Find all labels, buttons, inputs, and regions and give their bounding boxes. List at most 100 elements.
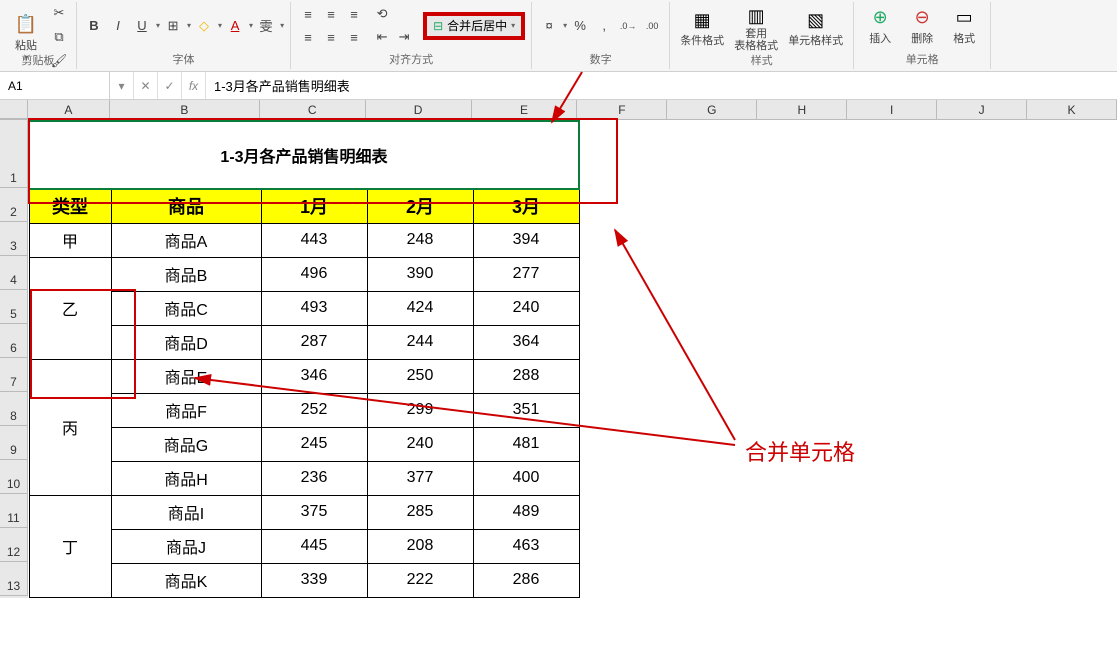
row-header-5[interactable]: 5 <box>0 290 28 324</box>
value-cell[interactable]: 481 <box>473 427 579 461</box>
col-header-H[interactable]: H <box>757 100 847 119</box>
comma-button[interactable]: , <box>593 15 615 37</box>
cut-button[interactable]: ✂ <box>48 2 70 24</box>
increase-indent-button[interactable]: ⇥ <box>393 26 415 48</box>
value-cell[interactable]: 443 <box>261 223 367 257</box>
fx-button[interactable]: fx <box>182 72 206 99</box>
header-m1[interactable]: 1月 <box>261 189 367 223</box>
font-color-button[interactable]: A <box>224 15 246 37</box>
type-cell[interactable]: 甲 <box>29 223 111 257</box>
row-header-1[interactable]: 1 <box>0 120 28 188</box>
product-cell[interactable]: 商品D <box>111 325 261 359</box>
align-center-button[interactable]: ≡ <box>320 26 342 48</box>
product-cell[interactable]: 商品B <box>111 257 261 291</box>
row-header-2[interactable]: 2 <box>0 188 28 222</box>
decrease-indent-button[interactable]: ⇤ <box>371 26 393 48</box>
col-header-K[interactable]: K <box>1027 100 1117 119</box>
align-right-button[interactable]: ≡ <box>343 26 365 48</box>
fill-color-button[interactable]: ◇ <box>193 15 215 37</box>
type-cell[interactable]: 丙 <box>29 359 111 495</box>
increase-decimal-button[interactable]: .0→ <box>617 15 639 37</box>
table-format-button[interactable]: ▥ 套用 表格格式 <box>730 2 782 54</box>
col-header-C[interactable]: C <box>260 100 366 119</box>
accept-formula-button[interactable]: ✓ <box>158 72 182 99</box>
header-type[interactable]: 类型 <box>29 189 111 223</box>
phonetic-button[interactable]: 雯 <box>255 15 277 37</box>
value-cell[interactable]: 288 <box>473 359 579 393</box>
cancel-formula-button[interactable]: ✕ <box>134 72 158 99</box>
merge-center-button[interactable]: ⊟ 合并后居中 ▾ <box>425 14 523 38</box>
align-top-button[interactable]: ≡ <box>297 3 319 25</box>
type-cell[interactable]: 丁 <box>29 495 111 597</box>
row-header-9[interactable]: 9 <box>0 426 28 460</box>
value-cell[interactable]: 277 <box>473 257 579 291</box>
copy-button[interactable]: ⧉ <box>48 26 70 48</box>
cell-style-button[interactable]: ▧ 单元格样式 <box>784 6 847 50</box>
value-cell[interactable]: 351 <box>473 393 579 427</box>
col-header-J[interactable]: J <box>937 100 1027 119</box>
row-header-7[interactable]: 7 <box>0 358 28 392</box>
row-header-3[interactable]: 3 <box>0 222 28 256</box>
value-cell[interactable]: 375 <box>261 495 367 529</box>
product-cell[interactable]: 商品C <box>111 291 261 325</box>
header-m2[interactable]: 2月 <box>367 189 473 223</box>
col-header-G[interactable]: G <box>667 100 757 119</box>
value-cell[interactable]: 463 <box>473 529 579 563</box>
value-cell[interactable]: 400 <box>473 461 579 495</box>
value-cell[interactable]: 252 <box>261 393 367 427</box>
product-cell[interactable]: 商品A <box>111 223 261 257</box>
title-cell[interactable]: 1-3月各产品销售明细表 <box>29 121 579 189</box>
type-cell[interactable]: 乙 <box>29 257 111 359</box>
product-cell[interactable]: 商品G <box>111 427 261 461</box>
insert-cell-button[interactable]: ⊕ 插入 <box>860 4 900 48</box>
align-left-button[interactable]: ≡ <box>297 26 319 48</box>
col-header-D[interactable]: D <box>366 100 472 119</box>
col-header-A[interactable]: A <box>28 100 110 119</box>
orientation-button[interactable]: ⟲ <box>371 3 393 25</box>
value-cell[interactable]: 493 <box>261 291 367 325</box>
value-cell[interactable]: 390 <box>367 257 473 291</box>
name-box-dropdown[interactable]: ▾ <box>110 72 134 99</box>
product-cell[interactable]: 商品F <box>111 393 261 427</box>
value-cell[interactable]: 287 <box>261 325 367 359</box>
row-header-10[interactable]: 10 <box>0 460 28 494</box>
row-header-4[interactable]: 4 <box>0 256 28 290</box>
col-header-F[interactable]: F <box>577 100 667 119</box>
value-cell[interactable]: 250 <box>367 359 473 393</box>
row-header-13[interactable]: 13 <box>0 562 28 596</box>
value-cell[interactable]: 222 <box>367 563 473 597</box>
border-button[interactable]: ⊞ <box>162 15 184 37</box>
value-cell[interactable]: 424 <box>367 291 473 325</box>
conditional-format-button[interactable]: ▦ 条件格式 <box>676 6 728 50</box>
percent-button[interactable]: % <box>569 15 591 37</box>
align-middle-button[interactable]: ≡ <box>320 3 342 25</box>
align-bottom-button[interactable]: ≡ <box>343 3 365 25</box>
value-cell[interactable]: 299 <box>367 393 473 427</box>
row-header-6[interactable]: 6 <box>0 324 28 358</box>
value-cell[interactable]: 208 <box>367 529 473 563</box>
format-cell-button[interactable]: ▭ 格式 <box>944 4 984 48</box>
decrease-decimal-button[interactable]: .00 <box>641 15 663 37</box>
row-header-12[interactable]: 12 <box>0 528 28 562</box>
value-cell[interactable]: 394 <box>473 223 579 257</box>
currency-button[interactable]: ¤ <box>538 15 560 37</box>
header-product[interactable]: 商品 <box>111 189 261 223</box>
value-cell[interactable]: 489 <box>473 495 579 529</box>
row-header-11[interactable]: 11 <box>0 494 28 528</box>
delete-cell-button[interactable]: ⊖ 删除 <box>902 4 942 48</box>
value-cell[interactable]: 248 <box>367 223 473 257</box>
select-all-corner[interactable] <box>0 100 28 119</box>
product-cell[interactable]: 商品H <box>111 461 261 495</box>
value-cell[interactable]: 286 <box>473 563 579 597</box>
row-header-8[interactable]: 8 <box>0 392 28 426</box>
value-cell[interactable]: 445 <box>261 529 367 563</box>
value-cell[interactable]: 346 <box>261 359 367 393</box>
product-cell[interactable]: 商品K <box>111 563 261 597</box>
value-cell[interactable]: 240 <box>473 291 579 325</box>
col-header-B[interactable]: B <box>110 100 260 119</box>
value-cell[interactable]: 285 <box>367 495 473 529</box>
value-cell[interactable]: 240 <box>367 427 473 461</box>
bold-button[interactable]: B <box>83 15 105 37</box>
value-cell[interactable]: 245 <box>261 427 367 461</box>
value-cell[interactable]: 244 <box>367 325 473 359</box>
